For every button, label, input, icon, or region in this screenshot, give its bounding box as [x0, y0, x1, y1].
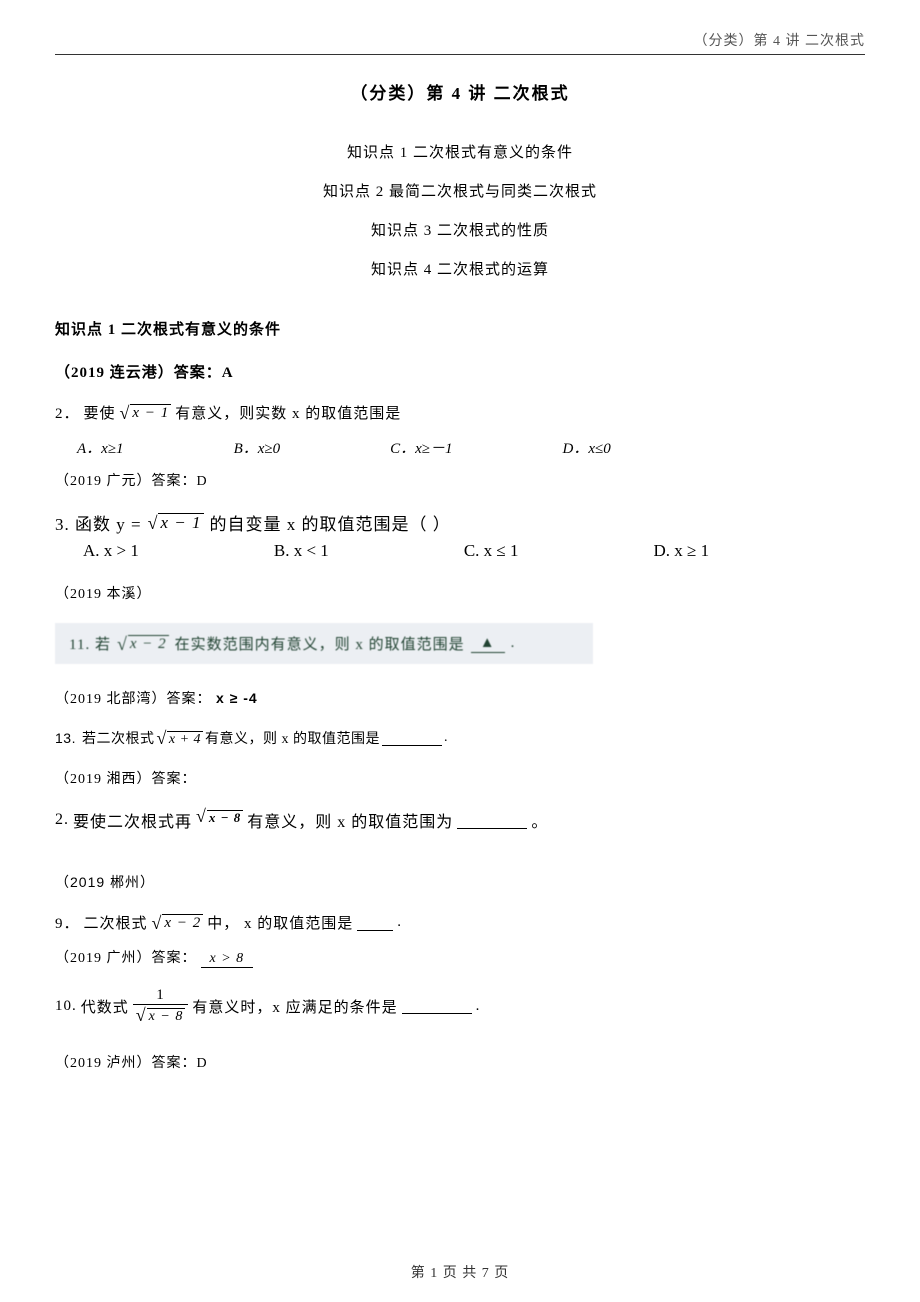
q-benxi-strip: 11. 若 √ x − 2 在实数范围内有意义，则 x 的取值范围是 ▲ .: [55, 623, 593, 664]
strip-blank: ▲: [471, 635, 505, 653]
choice-d: D. x ≥ 1: [653, 541, 709, 561]
radicand: x − 2: [162, 914, 203, 932]
triangle-icon: ▲: [480, 635, 496, 651]
sqrt-expr: √ x − 2: [117, 635, 169, 653]
ans-guangzhou: x > 8: [201, 951, 253, 968]
qg-before: 代数式: [81, 996, 129, 1017]
fill-blank: [402, 998, 472, 1014]
qc-num: 9．: [55, 912, 80, 933]
radicand: x − 1: [158, 513, 203, 533]
ans-beibuwan: x ≥ -4: [216, 690, 258, 706]
q-chenzhou: 9． 二次根式 √ x − 2 中， x 的取值范围是 .: [55, 912, 865, 933]
qg-after: 有意义时，x 应满足的条件是: [192, 996, 397, 1017]
src-luzhou: （2019 泸州）答案：D: [55, 1052, 865, 1072]
toc-item-1: 知识点 1 二次根式有意义的条件: [55, 134, 865, 173]
radical-icon: √: [117, 635, 128, 653]
choice-c: C. x ≤ 1: [464, 541, 519, 561]
radical-icon: √: [196, 807, 207, 825]
strip-mid: 在实数范围内有意义，则 x 的取值范围是: [175, 633, 465, 654]
strip-num: 11. 若: [69, 633, 111, 654]
q3-tail: 的自变量 x 的取值范围是（ ）: [210, 510, 451, 535]
fill-blank: [382, 731, 442, 746]
page-footer: 第 1 页 共 7 页: [0, 1262, 920, 1282]
qx-num: 2.: [55, 811, 69, 829]
radicand: x − 8: [207, 810, 243, 825]
fraction: 1 √ x − 8: [133, 988, 189, 1024]
radical-icon: √: [156, 729, 166, 747]
choice-a: A．x≥1: [77, 437, 124, 458]
qc-end: .: [397, 914, 402, 931]
choice-b: B. x < 1: [274, 541, 329, 561]
q-beibuwan: 13. 若二次根式 √ x + 4 有意义，则 x 的取值范围是 .: [55, 728, 865, 748]
choice-a: A. x > 1: [83, 541, 139, 561]
radicand: x − 8: [147, 1008, 186, 1024]
frac-den: √ x − 8: [133, 1004, 189, 1024]
section-1-head: 知识点 1 二次根式有意义的条件: [55, 318, 865, 339]
choice-c: C．x≥－1: [390, 437, 452, 458]
fill-blank: [357, 915, 393, 931]
qx-end: 。: [531, 808, 548, 832]
radicand: x − 2: [128, 635, 169, 653]
src-text: （2019 广州）答案：: [55, 951, 197, 966]
src-guangzhou: （2019 广州）答案： x > 8: [55, 947, 865, 968]
page: （分类）第 4 讲 二次根式 （分类）第 4 讲 二次根式 知识点 1 二次根式…: [0, 0, 920, 1302]
q13-end: .: [444, 730, 448, 746]
radical-icon: √: [136, 1006, 147, 1024]
toc-item-2: 知识点 2 最简二次根式与同类二次根式: [55, 173, 865, 212]
src-guangyuan: （2019 广元）答案：D: [55, 470, 865, 490]
q13-after: 有意义，则 x 的取值范围是: [205, 728, 380, 748]
sqrt-expr: √ x − 2: [152, 914, 204, 932]
footer-after: 页: [490, 1266, 510, 1281]
q-guangyuan: 3. 函数 y = √ x − 1 的自变量 x 的取值范围是（ ） A. x …: [55, 510, 865, 561]
qc-mid: 中， x 的取值范围是: [207, 912, 353, 933]
sqrt-expr: √ x − 8: [196, 807, 243, 825]
qc-before: 二次根式: [84, 912, 148, 933]
src-xiangxi: （2019 湘西）答案：: [55, 768, 865, 788]
q-xiangxi: 2. 要使二次根式再 √ x − 8 有意义，则 x 的取值范围为 。: [55, 808, 865, 832]
running-head: （分类）第 4 讲 二次根式: [55, 30, 865, 50]
header-rule: [55, 54, 865, 55]
footer-before: 第: [411, 1266, 431, 1281]
src-chenzhou: （2019 郴州）: [55, 872, 865, 892]
sqrt-expr: √ x + 4: [156, 729, 203, 747]
footer-mid: 页 共: [438, 1266, 482, 1281]
q-text-before: 要使: [84, 402, 116, 423]
toc-item-4: 知识点 4 二次根式的运算: [55, 251, 865, 290]
radicand: x + 4: [167, 731, 203, 747]
radical-icon: √: [152, 914, 163, 932]
qg-num: 10.: [55, 998, 77, 1015]
q13-before: 若二次根式: [82, 728, 155, 748]
choice-d: D．x≤0: [563, 437, 611, 458]
radical-icon: √: [148, 514, 159, 532]
footer-total: 7: [482, 1266, 490, 1281]
q3-head: 3. 函数 y =: [55, 510, 142, 535]
q13-num: 13.: [55, 730, 76, 746]
frac-num: 1: [153, 988, 168, 1004]
q-lianyungang: 2． 要使 √ x − 1 有意义，则实数 x 的取值范围是: [55, 402, 865, 423]
src-benxi: （2019 本溪）: [55, 583, 865, 603]
src-text: （2019 北部湾）答案：: [55, 692, 212, 707]
fill-blank: [457, 812, 527, 829]
src-lianyungang: （2019 连云港）答案：A: [55, 361, 865, 382]
q-text-after: 有意义，则实数 x 的取值范围是: [175, 402, 401, 423]
choices-lianyungang: A．x≥1 B．x≥0 C．x≥－1 D．x≤0: [77, 437, 865, 458]
q-num: 2．: [55, 402, 80, 423]
sqrt-expr: √ x − 1: [120, 404, 172, 422]
choice-b: B．x≥0: [234, 437, 281, 458]
q-guangzhou: 10. 代数式 1 √ x − 8 有意义时，x 应满足的条件是 .: [55, 988, 865, 1024]
radical-icon: √: [120, 404, 131, 422]
qx-before: 要使二次根式再: [73, 808, 192, 832]
radicand: x − 1: [130, 404, 171, 422]
strip-end: .: [511, 635, 516, 652]
qg-end: .: [476, 998, 481, 1015]
qx-after: 有意义，则 x 的取值范围为: [247, 808, 453, 832]
toc-item-3: 知识点 3 二次根式的性质: [55, 212, 865, 251]
page-title: （分类）第 4 讲 二次根式: [55, 79, 865, 104]
sqrt-expr: √ x − 1: [148, 513, 204, 533]
src-beibuwan: （2019 北部湾）答案： x ≥ -4: [55, 688, 865, 708]
toc: 知识点 1 二次根式有意义的条件 知识点 2 最简二次根式与同类二次根式 知识点…: [55, 134, 865, 290]
